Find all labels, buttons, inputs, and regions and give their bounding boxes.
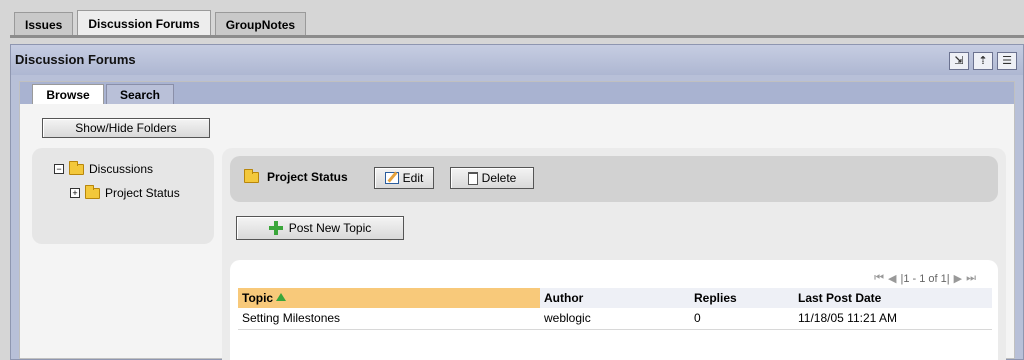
sort-ascending-icon (276, 293, 287, 301)
app-tab-strip: Issues Discussion Forums GroupNotes (0, 0, 1024, 38)
folder-title: Project Status (244, 168, 348, 184)
expand-toggle-icon[interactable]: + (70, 188, 80, 198)
tab-browse[interactable]: Browse (32, 84, 104, 104)
show-hide-folders-button[interactable]: Show/Hide Folders (42, 118, 210, 138)
forum-content-panel: Project Status Edit Delete Post New Topi… (222, 148, 1006, 360)
inner-tab-bar: Browse Search (20, 82, 1014, 104)
column-header-topic[interactable]: Topic (238, 288, 540, 308)
collapse-toggle-icon[interactable]: − (54, 164, 64, 174)
edit-button[interactable]: Edit (374, 167, 434, 189)
tree-item-label: Discussions (89, 162, 154, 176)
previous-page-icon[interactable]: ◀ (888, 272, 896, 285)
author-cell: weblogic (540, 308, 690, 330)
export-icon[interactable]: ⇲ (949, 52, 969, 70)
table-row: Setting Milestones weblogic 0 11/18/05 1… (238, 308, 992, 330)
page-range: |1 - 1 of 1| (900, 272, 950, 285)
last-post-date-cell: 11/18/05 11:21 AM (794, 308, 992, 330)
column-header-author[interactable]: Author (540, 288, 690, 308)
portlet-title-bar: Discussion Forums ⇲ ⇡ ☰ (11, 45, 1023, 75)
tree-item-project-status[interactable]: + Project Status (70, 184, 180, 200)
edit-label: Edit (402, 171, 424, 185)
first-page-icon[interactable]: ⏮ (874, 272, 884, 285)
plus-icon (268, 221, 283, 235)
tree-item-label: Project Status (105, 186, 180, 200)
delete-button[interactable]: Delete (450, 167, 534, 189)
folder-header-bar: Project Status Edit Delete (230, 156, 998, 202)
column-header-replies[interactable]: Replies (690, 288, 794, 308)
edit-icon (384, 172, 399, 184)
next-page-icon[interactable]: ▶ (954, 272, 962, 285)
portlet-title: Discussion Forums (15, 52, 136, 67)
tab-issues[interactable]: Issues (14, 12, 74, 36)
post-new-topic-button[interactable]: Post New Topic (236, 216, 404, 240)
folder-icon (69, 160, 84, 175)
app-tab-bar: Issues Discussion Forums GroupNotes (14, 8, 1024, 36)
post-new-topic-label: Post New Topic (288, 221, 372, 235)
portlet-body: Browse Search Show/Hide Folders − Discus… (19, 81, 1015, 360)
folder-tree-panel: − Discussions + Project Status (32, 148, 214, 244)
table-header-row: Topic Author Replies Last Post Date (238, 288, 992, 308)
topics-table-panel: ⏮ ◀ |1 - 1 of 1| ▶ ⏭ Topic Author Replie… (230, 260, 998, 360)
topic-link[interactable]: Setting Milestones (238, 308, 540, 330)
trash-icon (467, 171, 478, 185)
help-icon[interactable]: ⇡ (973, 52, 993, 70)
portlet-controls: ⇲ ⇡ ☰ (949, 52, 1017, 70)
discussion-forums-portlet: Discussion Forums ⇲ ⇡ ☰ Browse Search Sh… (10, 44, 1024, 360)
folder-icon (85, 184, 100, 199)
tab-search[interactable]: Search (106, 84, 174, 104)
column-header-last-post-date[interactable]: Last Post Date (794, 288, 992, 308)
tree-item-discussions[interactable]: − Discussions (54, 160, 154, 176)
tab-discussion-forums[interactable]: Discussion Forums (77, 10, 211, 36)
delete-label: Delete (481, 171, 517, 185)
folder-icon (244, 168, 259, 183)
preferences-icon[interactable]: ☰ (997, 52, 1017, 70)
folder-name: Project Status (267, 170, 348, 184)
tab-groupnotes[interactable]: GroupNotes (214, 12, 307, 36)
replies-cell: 0 (690, 308, 794, 330)
last-page-icon[interactable]: ⏭ (966, 272, 976, 285)
pagination: ⏮ ◀ |1 - 1 of 1| ▶ ⏭ (874, 272, 976, 285)
tab-strip-divider (10, 35, 1024, 38)
topics-table: Topic Author Replies Last Post Date Sett… (238, 288, 992, 330)
